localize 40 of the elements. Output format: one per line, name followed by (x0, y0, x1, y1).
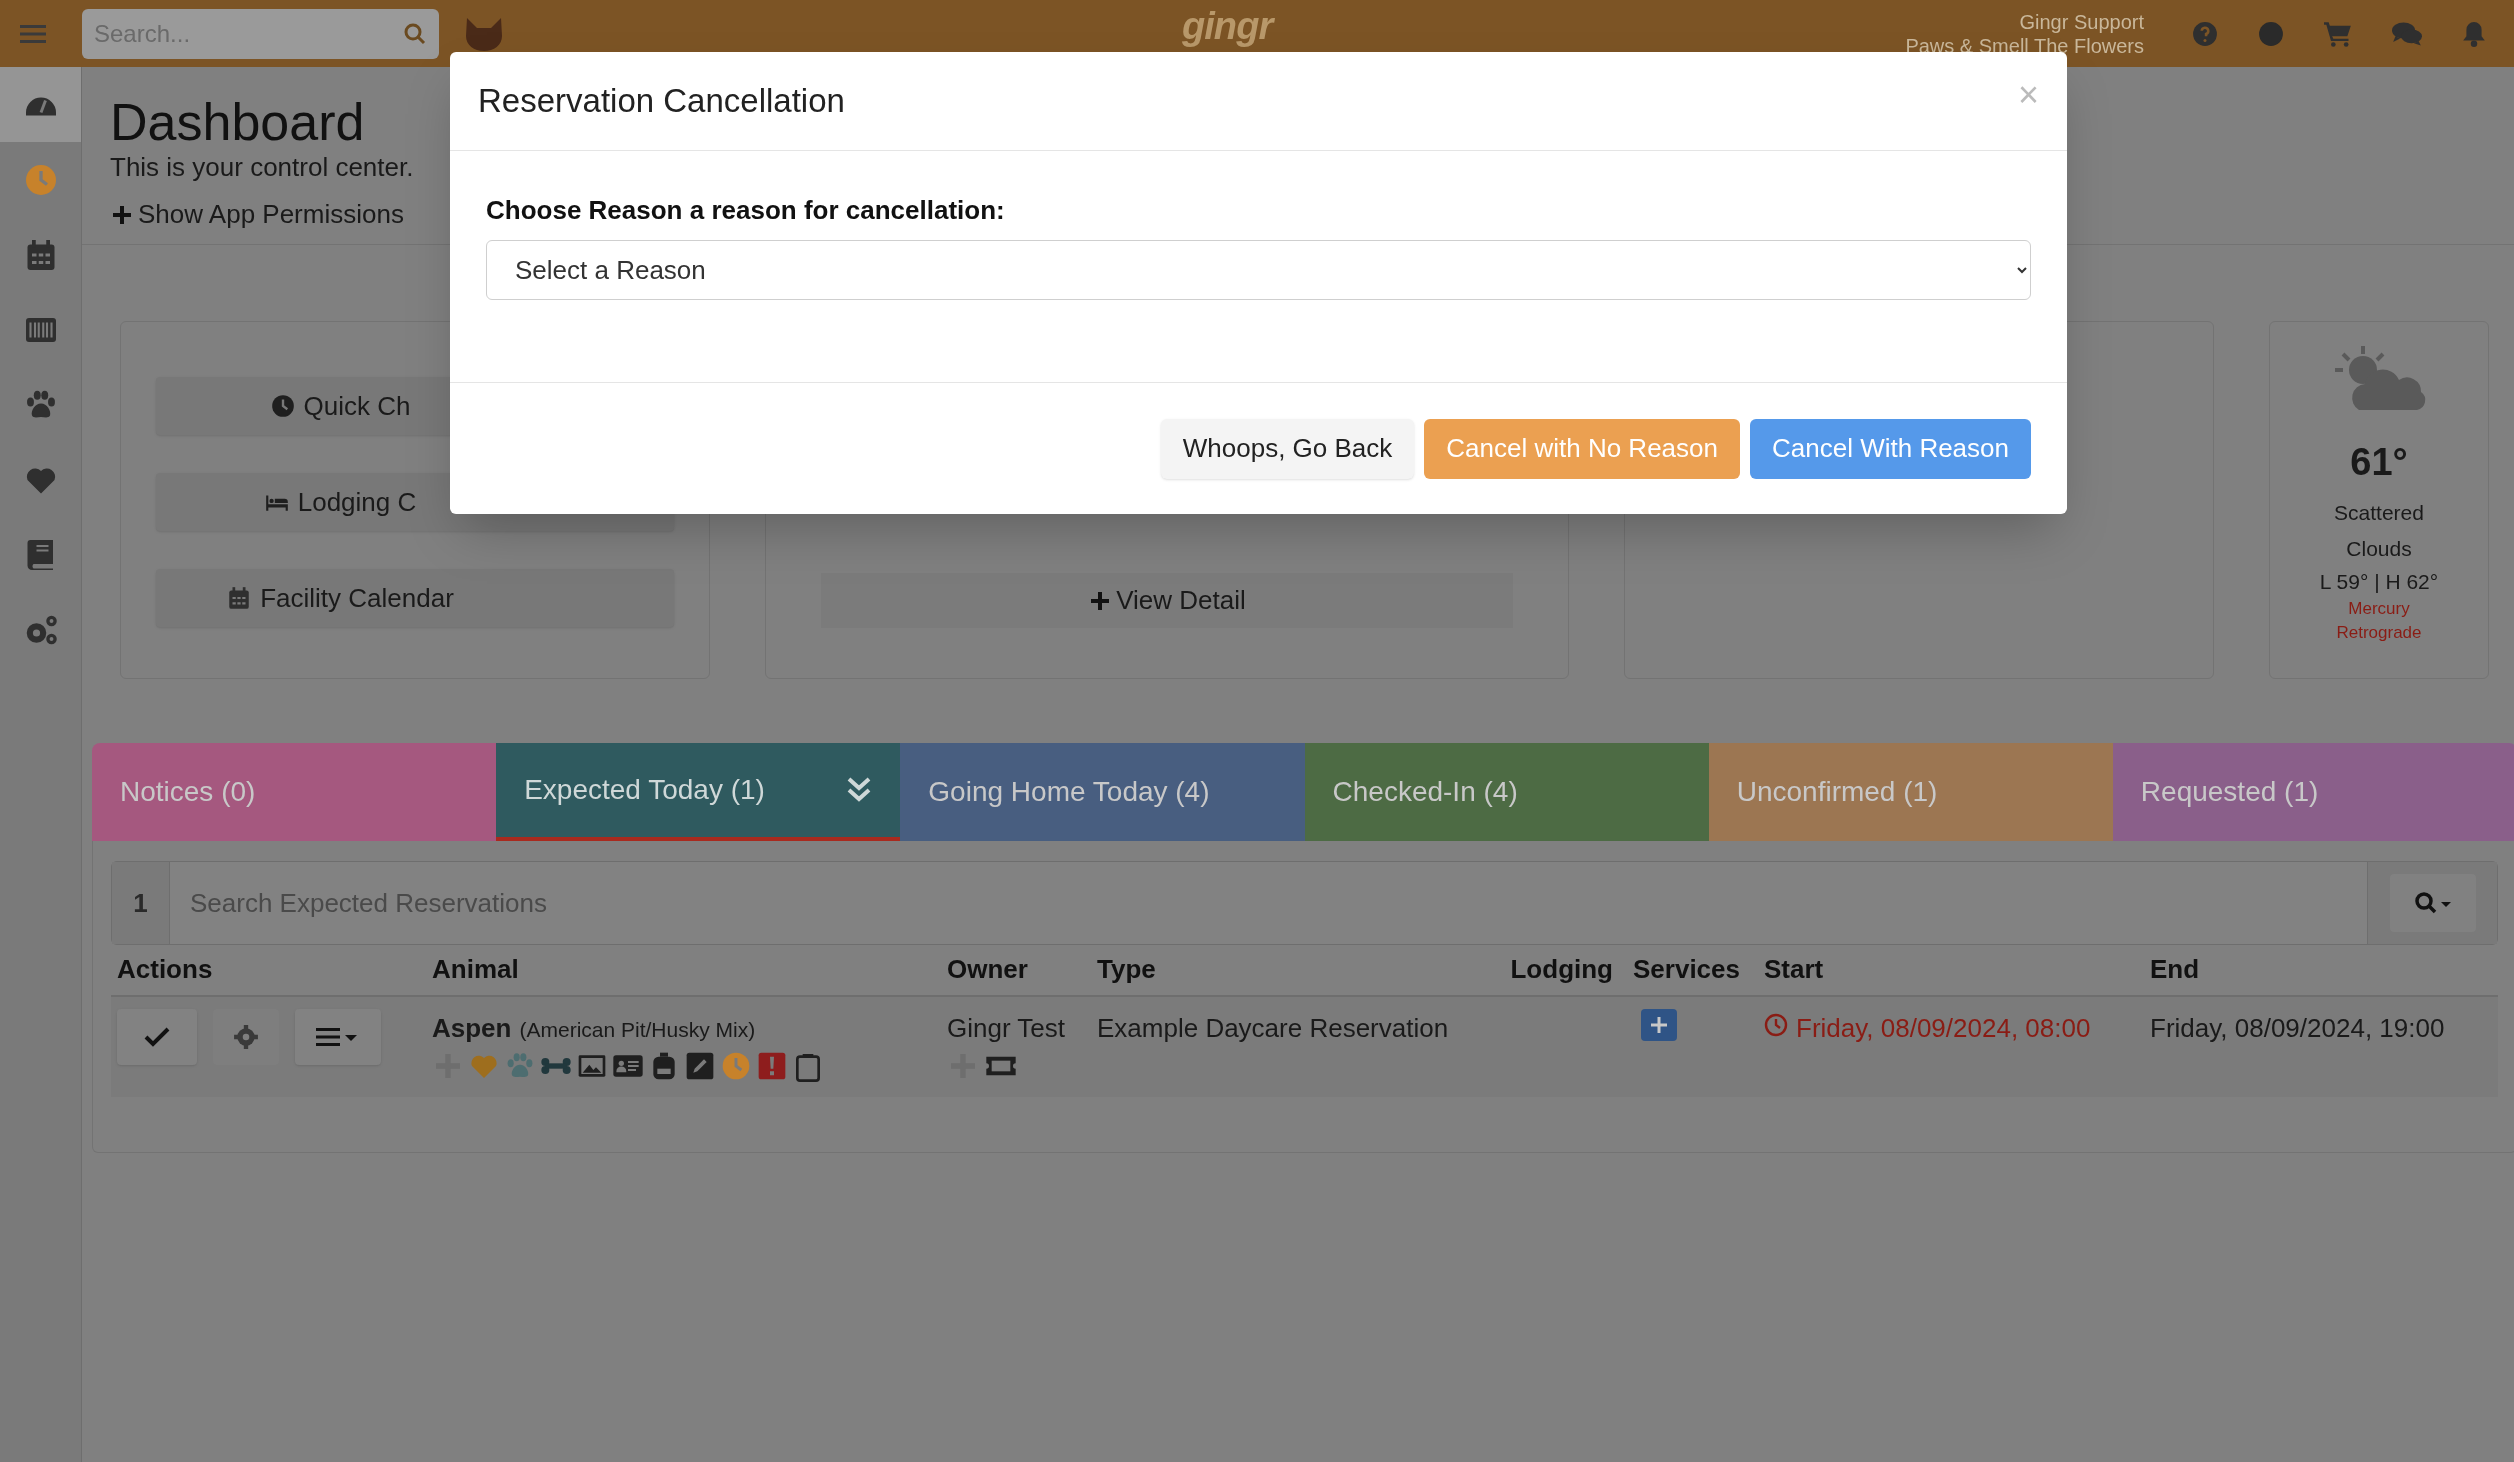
column-header: Start (1764, 953, 1825, 986)
animal-breed: (American Pit/Husky Mix) (519, 1017, 756, 1043)
permissions-link[interactable]: Show App Permissions (110, 195, 404, 234)
column-header: Animal (432, 953, 520, 986)
page-title: Dashboard (110, 93, 365, 151)
owner-name: Gingr Test (947, 1012, 1066, 1045)
dialog-button[interactable]: Whoops, Go Back (1160, 418, 1415, 479)
column-header: Actions (117, 953, 214, 986)
quick-button[interactable]: Facility Calendar (156, 569, 674, 627)
start-time: Friday, 08/09/2024, 08:00 (1764, 1009, 2150, 1097)
page-subtitle: This is your control center. (110, 151, 414, 183)
reservation-type: Example Daycare Reservation (1097, 1012, 1450, 1045)
tab[interactable]: Going Home Today (4) (900, 743, 1305, 841)
tab[interactable]: Requested (1) (2112, 743, 2514, 841)
tab[interactable]: Notices (0) (92, 743, 497, 841)
dialog-button[interactable]: Cancel With Reason (1750, 418, 2031, 479)
tab[interactable]: Checked-In (4) (1304, 743, 1709, 841)
logo[interactable]: gingr (1182, 4, 1273, 48)
result-count: 1 (112, 862, 170, 944)
column-header: Lodging (1509, 953, 1614, 986)
column-header: Owner (947, 953, 1029, 986)
view-detail-link[interactable]: View Detail (821, 573, 1513, 628)
dialog-button[interactable]: Cancel with No Reason (1424, 418, 1740, 479)
temperature: 61° (2350, 440, 2408, 485)
reason-select[interactable]: Select a Reason (486, 240, 2031, 300)
column-header: Services (1633, 953, 1741, 986)
weather-note: Mercury Retrograde (2335, 598, 2423, 644)
tab[interactable]: Expected Today (1) (496, 743, 901, 841)
column-header: End (2150, 953, 2201, 986)
close-button[interactable]: × (2017, 77, 2039, 113)
end-time: Friday, 08/09/2024, 19:00 (2150, 1012, 2446, 1045)
tab[interactable]: Unconfirmed (1) (1708, 743, 2113, 841)
user-name[interactable]: Gingr Support (2019, 9, 2144, 34)
animal-name: Aspen (432, 1012, 512, 1045)
field-label: Choose Reason a reason for cancellation: (486, 194, 1006, 227)
dialog-title: Reservation Cancellation (478, 81, 846, 122)
weather-condition: Scattered Clouds (2333, 500, 2425, 562)
temperature-range: L 59° | H 62° (2319, 569, 2439, 595)
column-header: Type (1097, 953, 1157, 986)
search-bar[interactable]: 1 Search Expected Reservations (111, 861, 2498, 945)
